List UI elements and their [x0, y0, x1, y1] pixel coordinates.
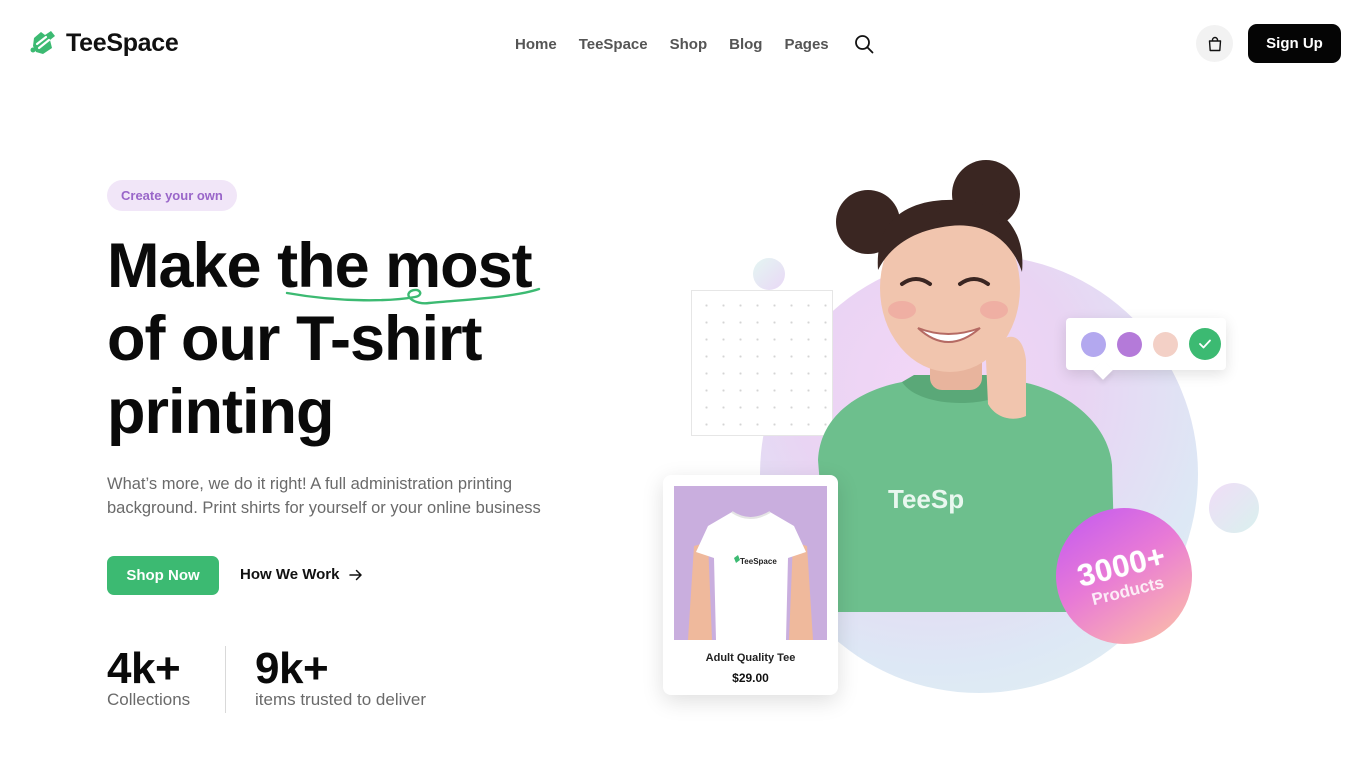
stat-label: Collections [107, 690, 191, 709]
hoodie-brand-text: TeeSp [888, 484, 964, 514]
swatch-purple[interactable] [1117, 331, 1142, 357]
product-card[interactable]: TeeSpace Adult Quality Tee $29.00 [663, 475, 838, 695]
nav-item-pages[interactable]: Pages [784, 36, 828, 53]
stat-value: 9k+ [255, 644, 329, 693]
how-we-work-link[interactable]: How We Work [240, 566, 363, 583]
product-price: $29.00 [732, 671, 769, 685]
cart-button[interactable] [1196, 25, 1233, 62]
swatch-peach[interactable] [1153, 331, 1178, 357]
check-icon [1199, 339, 1211, 349]
search-icon [854, 35, 874, 54]
hero-subtitle: What’s more, we do it right! A full admi… [107, 475, 541, 517]
stat-items-delivered: 9k+ items trusted to deliver [255, 644, 427, 710]
stat-divider [225, 646, 226, 713]
nav-item-teespace[interactable]: TeeSpace [579, 36, 648, 53]
decorative-bubble [753, 258, 785, 290]
product-name: Adult Quality Tee [705, 652, 796, 664]
headline-line-3: printing [107, 377, 334, 447]
how-we-work-label: How We Work [240, 566, 340, 583]
headline-line-2: of our T-shirt [107, 304, 482, 374]
hero-tag: Create your own [107, 180, 237, 211]
tshirt-image: TeeSpace [674, 486, 827, 640]
brand-logo[interactable]: TeeSpace [28, 28, 179, 58]
nav-item-shop[interactable]: Shop [670, 36, 708, 53]
color-swatch-picker [1066, 318, 1226, 370]
squiggle-underline [285, 287, 541, 305]
stat-value: 4k+ [107, 644, 181, 693]
swatch-green-selected[interactable] [1189, 328, 1221, 360]
shirt-print-text: TeeSpace [740, 557, 777, 566]
logo-icon [30, 31, 55, 54]
headline-part: Make [107, 231, 278, 301]
hero-headline: Make the most of our T-shirt printing [107, 230, 627, 449]
shopping-bag-icon [1208, 36, 1221, 51]
nav-item-home[interactable]: Home [515, 36, 557, 53]
brand-name: TeeSpace [66, 28, 179, 57]
main-nav: Home TeeSpace Shop Blog Pages [515, 33, 875, 55]
nav-item-blog[interactable]: Blog [729, 36, 762, 53]
swatch-lavender[interactable] [1081, 331, 1106, 357]
signup-button[interactable]: Sign Up [1248, 24, 1341, 63]
stat-label: items trusted to deliver [255, 690, 427, 709]
search-button[interactable] [853, 33, 875, 55]
product-image: TeeSpace [674, 486, 827, 640]
decorative-bubble [1209, 483, 1259, 533]
arrow-right-icon [349, 569, 363, 580]
stat-collections: 4k+ Collections [107, 644, 191, 710]
shop-now-button[interactable]: Shop Now [107, 556, 219, 595]
